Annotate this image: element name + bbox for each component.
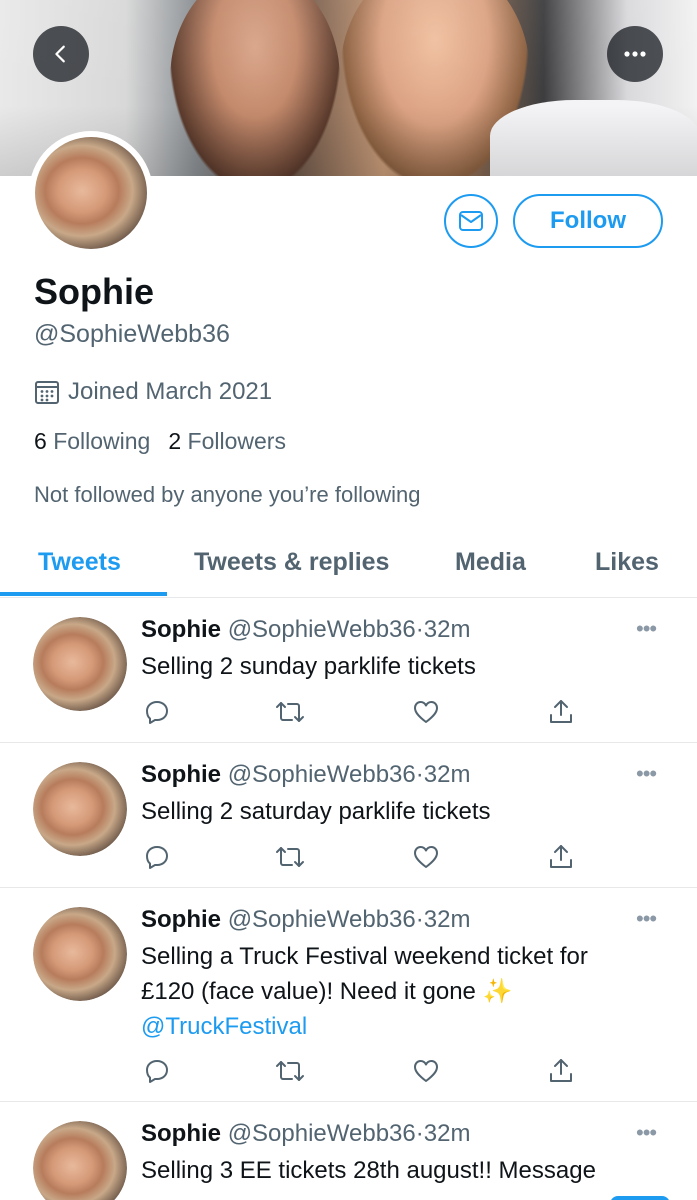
reply-icon[interactable] bbox=[141, 696, 173, 728]
tab-tweets[interactable]: Tweets bbox=[38, 526, 121, 598]
ellipsis-icon bbox=[624, 51, 646, 57]
like-icon[interactable] bbox=[410, 841, 442, 873]
chevron-left-icon bbox=[55, 45, 65, 63]
tweet-avatar[interactable] bbox=[33, 762, 127, 856]
joined-date: Joined March 2021 bbox=[34, 378, 272, 406]
tweet-actions bbox=[141, 1055, 581, 1087]
calendar-icon bbox=[35, 381, 59, 404]
share-icon[interactable] bbox=[545, 841, 577, 873]
follow-button[interactable]: Follow bbox=[513, 194, 663, 248]
tweet-avatar[interactable] bbox=[33, 907, 127, 1001]
following-count: 6 bbox=[34, 428, 47, 454]
tweet-header: Sophie @SophieWebb36·32m bbox=[141, 906, 470, 934]
tweet-avatar[interactable] bbox=[33, 617, 127, 711]
tab-media[interactable]: Media bbox=[455, 526, 526, 598]
mail-icon bbox=[459, 211, 483, 231]
compose-tweet-button[interactable] bbox=[610, 1196, 670, 1200]
followers-count: 2 bbox=[168, 428, 182, 454]
tweet-time[interactable]: 32m bbox=[424, 906, 471, 933]
tweet-header: Sophie @SophieWebb36·32m bbox=[141, 761, 470, 789]
tweet-separator: · bbox=[415, 761, 424, 788]
tweet-time[interactable]: 32m bbox=[424, 1120, 471, 1147]
profile-name: Sophie bbox=[34, 271, 155, 312]
tweet-avatar[interactable] bbox=[33, 1121, 127, 1200]
tweet-author-handle[interactable]: @SophieWebb36 bbox=[228, 616, 416, 643]
tweet-time[interactable]: 32m bbox=[424, 761, 471, 788]
avatar-image bbox=[33, 762, 127, 856]
like-icon[interactable] bbox=[410, 1055, 442, 1087]
avatar-image bbox=[33, 1121, 127, 1200]
tweet-more-icon[interactable]: ••• bbox=[636, 616, 657, 642]
reply-icon[interactable] bbox=[141, 1055, 173, 1087]
message-button[interactable] bbox=[444, 194, 498, 248]
tweet-mention-link[interactable]: @TruckFestival bbox=[141, 1009, 681, 1044]
profile-handle: @SophieWebb36 bbox=[34, 320, 230, 348]
tweet-text-line: Selling a Truck Festival weekend ticket … bbox=[141, 943, 588, 970]
reply-icon[interactable] bbox=[141, 841, 173, 873]
tweet-3[interactable]: Sophie @SophieWebb36·32m ••• Selling a T… bbox=[0, 888, 697, 1102]
tweet-text-line: £120 (face value)! Need it gone ✨ bbox=[141, 978, 513, 1005]
following-label: Following bbox=[53, 428, 151, 454]
following-link[interactable]: 6 Following bbox=[34, 428, 150, 455]
tweet-header: Sophie @SophieWebb36·32m bbox=[141, 1120, 470, 1148]
tweet-time[interactable]: 32m bbox=[424, 616, 471, 643]
tweet-actions bbox=[141, 841, 581, 873]
tab-tweets-replies[interactable]: Tweets & replies bbox=[194, 526, 389, 598]
back-button[interactable] bbox=[33, 26, 89, 82]
tweet-separator: · bbox=[415, 906, 424, 933]
tweet-author-name[interactable]: Sophie bbox=[141, 616, 221, 643]
tweet-text: Selling 2 sunday parklife tickets bbox=[141, 653, 476, 680]
avatar-image bbox=[33, 907, 127, 1001]
not-followed-note: Not followed by anyone you’re following bbox=[34, 482, 421, 507]
tweet-author-name[interactable]: Sophie bbox=[141, 906, 221, 933]
tweet-4[interactable]: Sophie @SophieWebb36·32m ••• Selling 3 E… bbox=[0, 1102, 697, 1200]
tweet-separator: · bbox=[415, 616, 424, 643]
tweet-author-name[interactable]: Sophie bbox=[141, 1120, 221, 1147]
retweet-icon[interactable] bbox=[274, 1055, 306, 1087]
tweet-separator: · bbox=[415, 1120, 424, 1147]
tweet-text: Selling 2 saturday parklife tickets bbox=[141, 798, 491, 825]
tweet-2[interactable]: Sophie @SophieWebb36·32m ••• Selling 2 s… bbox=[0, 743, 697, 888]
tweet-author-handle[interactable]: @SophieWebb36 bbox=[228, 761, 416, 788]
share-icon[interactable] bbox=[545, 696, 577, 728]
tweet-author-name[interactable]: Sophie bbox=[141, 761, 221, 788]
profile-avatar[interactable] bbox=[29, 131, 153, 255]
tweet-actions bbox=[141, 696, 581, 728]
tab-likes[interactable]: Likes bbox=[595, 526, 659, 598]
like-icon[interactable] bbox=[410, 696, 442, 728]
avatar-image bbox=[35, 137, 147, 249]
tweet-more-icon[interactable]: ••• bbox=[636, 761, 657, 787]
avatar-image bbox=[33, 617, 127, 711]
share-icon[interactable] bbox=[545, 1055, 577, 1087]
tweet-text: Selling 3 EE tickets 28th august!! Messa… bbox=[141, 1157, 596, 1184]
tweet-1[interactable]: Sophie @SophieWebb36·32m ••• Selling 2 s… bbox=[0, 598, 697, 743]
profile-tabs: Tweets Tweets & replies Media Likes bbox=[0, 526, 697, 598]
tweet-header: Sophie @SophieWebb36·32m bbox=[141, 616, 470, 644]
tweet-text: Selling a Truck Festival weekend ticket … bbox=[141, 939, 681, 1044]
follow-counts: 6 Following 2 Followers bbox=[34, 428, 286, 455]
retweet-icon[interactable] bbox=[274, 841, 306, 873]
retweet-icon[interactable] bbox=[274, 696, 306, 728]
tweet-more-icon[interactable]: ••• bbox=[636, 906, 657, 932]
tweet-author-handle[interactable]: @SophieWebb36 bbox=[228, 906, 416, 933]
tweet-author-handle[interactable]: @SophieWebb36 bbox=[228, 1120, 416, 1147]
tweet-more-icon[interactable]: ••• bbox=[636, 1120, 657, 1146]
followers-label: Followers bbox=[187, 428, 286, 454]
followers-link[interactable]: 2 Followers bbox=[168, 428, 286, 455]
joined-text: Joined March 2021 bbox=[68, 378, 273, 405]
more-options-button[interactable] bbox=[607, 26, 663, 82]
active-tab-indicator bbox=[0, 592, 167, 596]
